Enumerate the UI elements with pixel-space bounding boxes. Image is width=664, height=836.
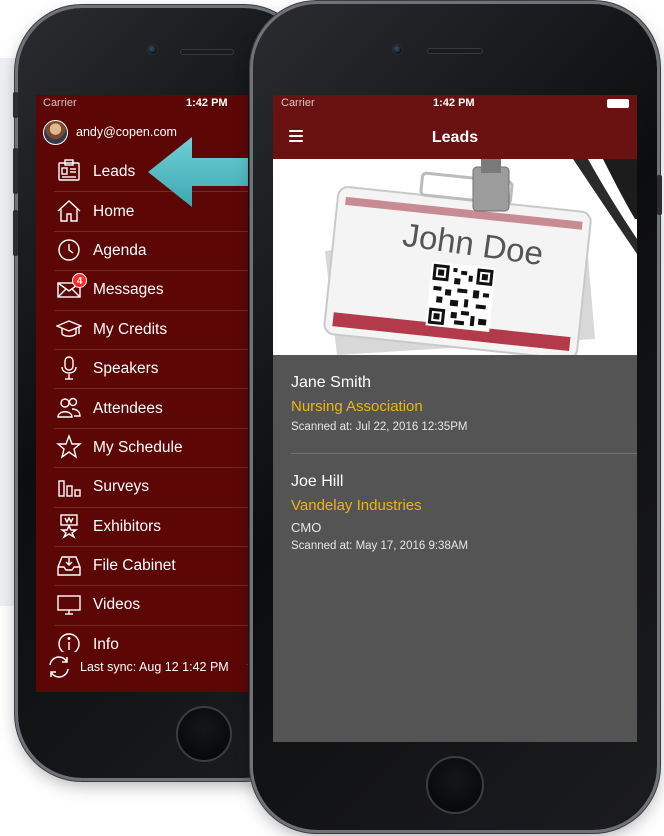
menu-item-speakers[interactable]: Speakers [54, 350, 248, 390]
menu-item-label: Attendees [93, 399, 163, 417]
menu-item-my-schedule[interactable]: My Schedule [54, 429, 248, 469]
menu-item-messages[interactable]: 4 Messages [54, 271, 248, 311]
menu-item-label: Videos [93, 596, 141, 614]
list-divider [291, 453, 637, 454]
menu-item-label: Messages [93, 281, 164, 299]
menu-item-label: Surveys [93, 478, 149, 496]
menu-item-label: Leads [93, 163, 136, 181]
carrier-label: Carrier [43, 97, 77, 109]
lead-organization: Nursing Association [291, 398, 423, 415]
menu-item-file-cabinet[interactable]: File Cabinet [54, 547, 248, 587]
left-phone-home-button [176, 706, 232, 762]
side-menu: Leads Home Agenda 4 Messages My Credits … [54, 153, 248, 666]
right-phone-home-button [426, 756, 484, 814]
lead-scanned-at: Scanned at: May 17, 2016 9:38AM [291, 540, 469, 552]
status-bar: Carrier 1:42 PM [273, 95, 637, 111]
menu-item-label: Agenda [93, 241, 147, 259]
bar-chart-icon [56, 473, 84, 501]
menu-item-label: Exhibitors [93, 517, 162, 535]
menu-item-agenda[interactable]: Agenda [54, 232, 248, 272]
right-phone-camera [392, 44, 403, 55]
menu-item-label: Speakers [93, 360, 159, 378]
people-icon [56, 395, 84, 423]
menu-item-surveys[interactable]: Surveys [54, 468, 248, 508]
clock-icon [56, 237, 84, 265]
status-time: 1:42 PM [433, 97, 475, 109]
microphone-icon [56, 355, 84, 383]
arrow-pointer-icon [148, 137, 248, 207]
name-badge-hero-image: John Doe [273, 159, 637, 355]
envelope-icon: 4 [56, 273, 87, 304]
menu-item-attendees[interactable]: Attendees [54, 389, 248, 429]
status-time: 1:42 PM [186, 97, 228, 109]
inbox-tray-icon [56, 552, 84, 580]
home-icon [56, 198, 84, 226]
left-phone-volume-down [13, 210, 18, 256]
star-icon [56, 433, 84, 462]
page-title: Leads [431, 129, 479, 146]
left-phone-camera [147, 44, 158, 55]
menu-item-videos[interactable]: Videos [54, 586, 248, 626]
leads-screen: Carrier 1:42 PM Leads John Doe Jane Smit… [273, 95, 637, 742]
sync-text: Last sync: Aug 12 1:42 PM [80, 660, 229, 674]
status-bar: Carrier 1:42 PM [36, 95, 248, 111]
lead-name: Joe Hill [291, 473, 344, 490]
leads-icon [56, 158, 84, 186]
right-phone-power-button [657, 175, 662, 215]
left-phone-speaker [180, 49, 234, 55]
battery-icon [607, 99, 629, 108]
sync-status[interactable]: Last sync: Aug 12 1:42 PM [46, 652, 246, 682]
left-phone-volume-up [13, 148, 18, 194]
lead-item[interactable]: Jane Smith Nursing Association Scanned a… [291, 374, 631, 433]
lead-organization: Vandelay Industries [291, 497, 422, 514]
menu-item-label: File Cabinet [93, 557, 176, 575]
menu-item-exhibitors[interactable]: Exhibitors [54, 508, 248, 547]
lead-name: Jane Smith [291, 374, 372, 391]
menu-item-label: My Credits [93, 320, 168, 338]
carrier-label: Carrier [281, 97, 315, 109]
left-phone-mute-switch [13, 92, 18, 118]
lead-job-title: CMO [291, 520, 322, 535]
nav-bar: Carrier 1:42 PM Leads [273, 95, 637, 159]
menu-item-label: Home [93, 202, 135, 220]
graduation-cap-icon [55, 316, 84, 344]
menu-item-my-credits[interactable]: My Credits [54, 311, 248, 350]
menu-item-label: My Schedule [93, 438, 183, 456]
sync-icon [49, 656, 69, 678]
lead-item[interactable]: Joe Hill Vandelay Industries CMO Scanned… [291, 473, 631, 552]
avatar [43, 119, 68, 145]
exhibitor-icon [56, 513, 84, 541]
right-phone-speaker [427, 48, 483, 54]
monitor-icon [56, 591, 84, 619]
messages-badge: 4 [72, 273, 87, 289]
lead-scanned-at: Scanned at: Jul 22, 2016 12:35PM [291, 421, 468, 433]
